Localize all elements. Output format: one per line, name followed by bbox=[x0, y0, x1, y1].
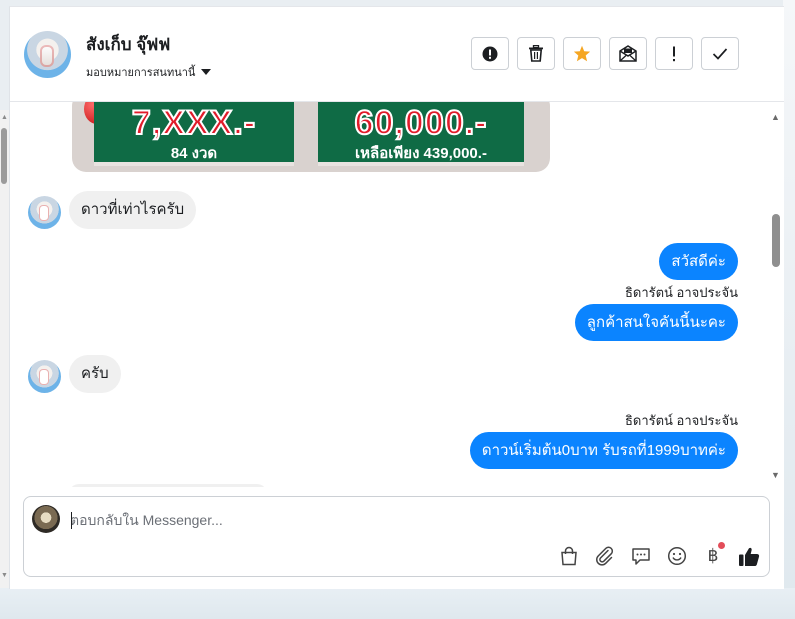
attach-button[interactable] bbox=[593, 544, 617, 568]
thumbs-up-icon bbox=[739, 547, 760, 566]
assign-label: มอบหมายการสนทนานี้ bbox=[86, 67, 196, 79]
trash-icon bbox=[529, 45, 543, 62]
star-button[interactable] bbox=[563, 37, 601, 70]
contact-avatar-small[interactable] bbox=[28, 196, 61, 229]
reply-composer: ฿ bbox=[23, 496, 770, 577]
message-thread[interactable]: 7,XXX.- 84 งวด 60,000.- เหลือเพียง 439,0… bbox=[10, 102, 784, 487]
promo-right-price: 60,000.- bbox=[354, 103, 488, 143]
text-caret bbox=[71, 512, 72, 529]
page-avatar bbox=[32, 505, 60, 533]
bag-icon bbox=[561, 546, 577, 566]
paperclip-icon bbox=[596, 546, 614, 566]
conversation-panel: สังเก็บ จุ๊ฟฟ มอบหมายการสนทนานี้ 7,XXX.-… bbox=[9, 6, 784, 589]
baht-icon: ฿ bbox=[707, 546, 719, 566]
scroll-up-arrow-icon[interactable]: ▲ bbox=[771, 112, 780, 122]
star-icon bbox=[573, 45, 591, 62]
conversation-header: สังเก็บ จุ๊ฟฟ มอบหมายการสนทนานี้ bbox=[10, 7, 784, 102]
done-button[interactable] bbox=[701, 37, 739, 70]
speech-bubble-icon bbox=[632, 548, 650, 565]
composer-tools: ฿ bbox=[557, 542, 761, 568]
caret-down-icon bbox=[201, 69, 212, 75]
scroll-down-arrow-icon[interactable]: ▼ bbox=[771, 470, 780, 480]
thread-scroll-thumb[interactable] bbox=[772, 214, 780, 267]
envelope-icon bbox=[619, 45, 637, 62]
check-icon bbox=[712, 48, 728, 60]
page-scrollbar[interactable]: ▲ ▼ bbox=[0, 110, 9, 588]
window-bottom-strip bbox=[0, 588, 795, 619]
sender-name: ธิดารัตน์ อาจประจัน bbox=[624, 413, 738, 428]
promo-left-price: 7,XXX.- bbox=[131, 103, 257, 143]
mark-unread-button[interactable] bbox=[609, 37, 647, 70]
scroll-up-arrow-icon[interactable]: ▲ bbox=[1, 114, 8, 121]
sender-name: ธิดารัตน์ อาจประจัน bbox=[624, 285, 738, 300]
message-bubble-incoming[interactable]: ครับ bbox=[69, 355, 121, 393]
saved-replies-button[interactable] bbox=[629, 544, 653, 568]
message-bubble-outgoing[interactable]: ดาวน์เริ่มต้น0บาท รับรถที่1999บาทค่ะ bbox=[469, 432, 738, 469]
alert-circle-icon bbox=[482, 46, 498, 61]
scroll-down-arrow-icon[interactable]: ▼ bbox=[1, 572, 8, 579]
assign-conversation-dropdown[interactable]: มอบหมายการสนทนานี้ bbox=[86, 63, 212, 81]
contact-avatar-small[interactable] bbox=[28, 360, 61, 393]
payment-button[interactable]: ฿ bbox=[701, 542, 725, 568]
like-button[interactable] bbox=[737, 544, 761, 568]
delete-button[interactable] bbox=[517, 37, 555, 70]
exclamation-icon bbox=[673, 46, 675, 61]
promo-card-left: 7,XXX.- 84 งวด bbox=[94, 102, 294, 166]
promo-image[interactable]: 7,XXX.- 84 งวด 60,000.- เหลือเพียง 439,0… bbox=[72, 102, 550, 172]
page-background-edge bbox=[783, 0, 795, 619]
message-bubble-outgoing[interactable]: ลูกค้าสนใจคันนี้นะคะ bbox=[574, 304, 738, 341]
header-actions bbox=[471, 37, 739, 70]
promo-left-sub: 84 งวด bbox=[170, 145, 218, 162]
message-bubble-incoming[interactable]: ดาวที่เท่าไรครับ bbox=[69, 191, 197, 229]
smiley-icon bbox=[667, 546, 687, 566]
notification-dot bbox=[718, 542, 725, 549]
emoji-button[interactable] bbox=[665, 544, 689, 568]
shop-button[interactable] bbox=[557, 544, 581, 568]
promo-right-sub: เหลือเพียง 439,000.- bbox=[355, 145, 487, 162]
message-bubble-outgoing[interactable]: สวัสดีค่ะ bbox=[659, 243, 738, 280]
contact-name[interactable]: สังเก็บ จุ๊ฟฟ bbox=[86, 31, 170, 58]
reply-input[interactable] bbox=[70, 509, 670, 531]
thread-scrollbar[interactable]: ▲ ▼ bbox=[769, 102, 784, 487]
contact-avatar[interactable] bbox=[24, 31, 71, 78]
spam-button[interactable] bbox=[655, 37, 693, 70]
report-button[interactable] bbox=[471, 37, 509, 70]
promo-card-right: 60,000.- เหลือเพียง 439,000.- bbox=[318, 102, 524, 166]
message-bubble-partial[interactable] bbox=[69, 484, 267, 487]
page-scroll-thumb[interactable] bbox=[1, 128, 7, 184]
